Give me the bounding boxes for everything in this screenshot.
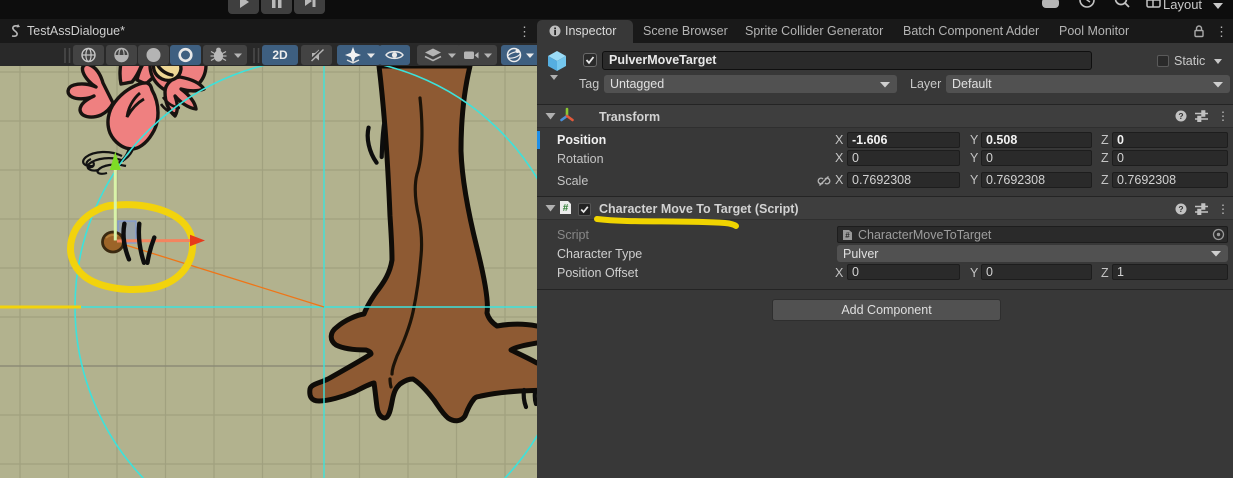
svg-text:#: # bbox=[563, 203, 569, 214]
svg-text:#: # bbox=[845, 231, 850, 240]
svg-text:?: ? bbox=[1178, 204, 1183, 214]
svg-text:?: ? bbox=[1178, 111, 1183, 121]
